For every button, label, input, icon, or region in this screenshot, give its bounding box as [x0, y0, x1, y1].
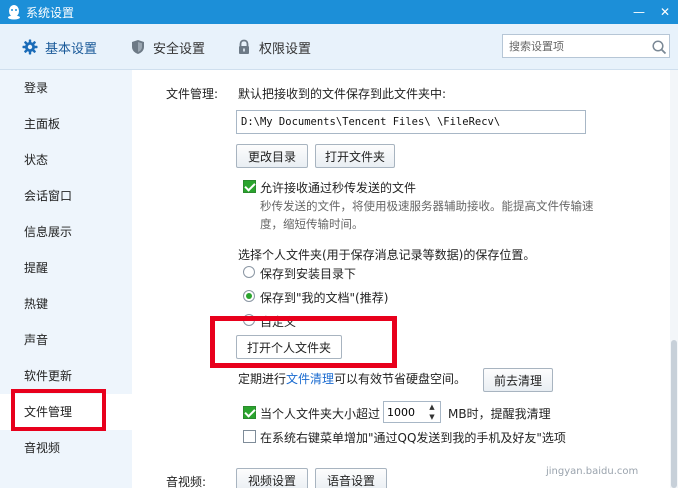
sidebar-item-main-panel[interactable]: 主面板	[0, 106, 132, 142]
cleanup-prefix: 定期进行	[238, 372, 287, 386]
title-bar: 系统设置 — ✕	[0, 0, 678, 24]
tab-security-settings[interactable]: 安全设置	[130, 36, 205, 58]
personal-folder-description: 选择个人文件夹(用于保存消息记录等数据)的保存位置。	[238, 248, 536, 262]
radio-my-documents[interactable]	[243, 290, 255, 302]
size-alert-checkbox[interactable]	[243, 406, 256, 419]
gear-icon	[22, 39, 38, 55]
tab-label: 基本设置	[45, 41, 98, 57]
audio-video-section-label: 音视频:	[166, 475, 207, 488]
search-box	[502, 34, 670, 58]
watermark: jingyan.baidu.com	[546, 466, 639, 477]
search-icon[interactable]	[651, 39, 667, 55]
context-menu-label: 在系统右键菜单增加"通过QQ发送到我的手机及好友"选项	[260, 431, 566, 445]
radio-install-directory-label: 保存到安装目录下	[260, 267, 357, 281]
context-menu-checkbox[interactable]	[243, 430, 256, 443]
stepper-up-icon[interactable]: ▲	[425, 402, 439, 412]
settings-content: 文件管理: 默认把接收到的文件保存到此文件夹中: D:\My Documents…	[132, 70, 678, 488]
highlight-box-open-personal-folder	[210, 316, 397, 368]
lock-icon	[239, 39, 249, 54]
instant-transfer-description-line1: 秒传发送的文件，将使用极速服务器辅助接收。能提高文件传输速	[260, 199, 594, 213]
tab-permission-settings[interactable]: 权限设置	[236, 36, 311, 58]
file-cleanup-link[interactable]: 文件清理	[286, 372, 334, 386]
size-limit-stepper[interactable]: ▲ ▼	[383, 401, 441, 423]
file-management-section-label: 文件管理:	[166, 87, 219, 101]
size-alert-prefix: 当个人文件夹大小超过	[260, 407, 381, 421]
save-location-description: 默认把接收到的文件保存到此文件夹中:	[238, 87, 447, 101]
instant-transfer-description-line2: 度，缩短传输时间。	[260, 217, 364, 231]
highlight-box-sidebar	[11, 389, 106, 431]
tab-basic-settings[interactable]: 基本设置	[22, 36, 97, 58]
sidebar-item-status[interactable]: 状态	[0, 142, 132, 178]
change-directory-button[interactable]: 更改目录	[236, 144, 308, 168]
sidebar-item-reminder[interactable]: 提醒	[0, 250, 132, 286]
minimize-button[interactable]: —	[628, 2, 650, 22]
sidebar-item-hotkeys[interactable]: 热键	[0, 286, 132, 322]
sidebar-item-login[interactable]: 登录	[0, 70, 132, 106]
cleanup-description: 定期进行文件清理可以有效节省硬盘空间。	[238, 370, 466, 387]
cleanup-suffix: 可以有效节省硬盘空间。	[334, 372, 467, 386]
tab-label: 权限设置	[259, 41, 312, 57]
qq-logo-icon	[8, 5, 20, 20]
scrollbar-thumb[interactable]	[671, 340, 677, 488]
sidebar-item-chat-window[interactable]: 会话窗口	[0, 178, 132, 214]
radio-install-directory[interactable]	[243, 266, 255, 278]
go-cleanup-button[interactable]: 前去清理	[483, 368, 553, 392]
receive-path-field[interactable]: D:\My Documents\Tencent Files\ \FileRecv…	[236, 110, 586, 134]
shield-icon	[132, 40, 144, 54]
sidebar-item-audio-video[interactable]: 音视频	[0, 430, 132, 466]
close-button[interactable]: ✕	[654, 2, 676, 22]
allow-instant-transfer-label: 允许接收通过秒传发送的文件	[260, 181, 417, 195]
sidebar-item-info-display[interactable]: 信息展示	[0, 214, 132, 250]
video-settings-button[interactable]: 视频设置	[236, 468, 308, 488]
radio-my-documents-label: 保存到"我的文档"(推荐)	[260, 291, 389, 305]
allow-instant-transfer-checkbox[interactable]	[243, 180, 256, 193]
tab-bar: 基本设置 安全设置 权限设置	[0, 24, 678, 70]
voice-settings-button[interactable]: 语音设置	[315, 468, 387, 488]
sidebar-item-sound[interactable]: 声音	[0, 322, 132, 358]
stepper-down-icon[interactable]: ▼	[425, 412, 439, 422]
size-alert-suffix: MB时，提醒我清理	[448, 407, 551, 421]
window-title: 系统设置	[26, 6, 75, 20]
open-folder-button[interactable]: 打开文件夹	[315, 144, 395, 168]
search-input[interactable]	[509, 37, 647, 55]
size-limit-input[interactable]	[387, 404, 419, 420]
tab-label: 安全设置	[153, 41, 206, 57]
